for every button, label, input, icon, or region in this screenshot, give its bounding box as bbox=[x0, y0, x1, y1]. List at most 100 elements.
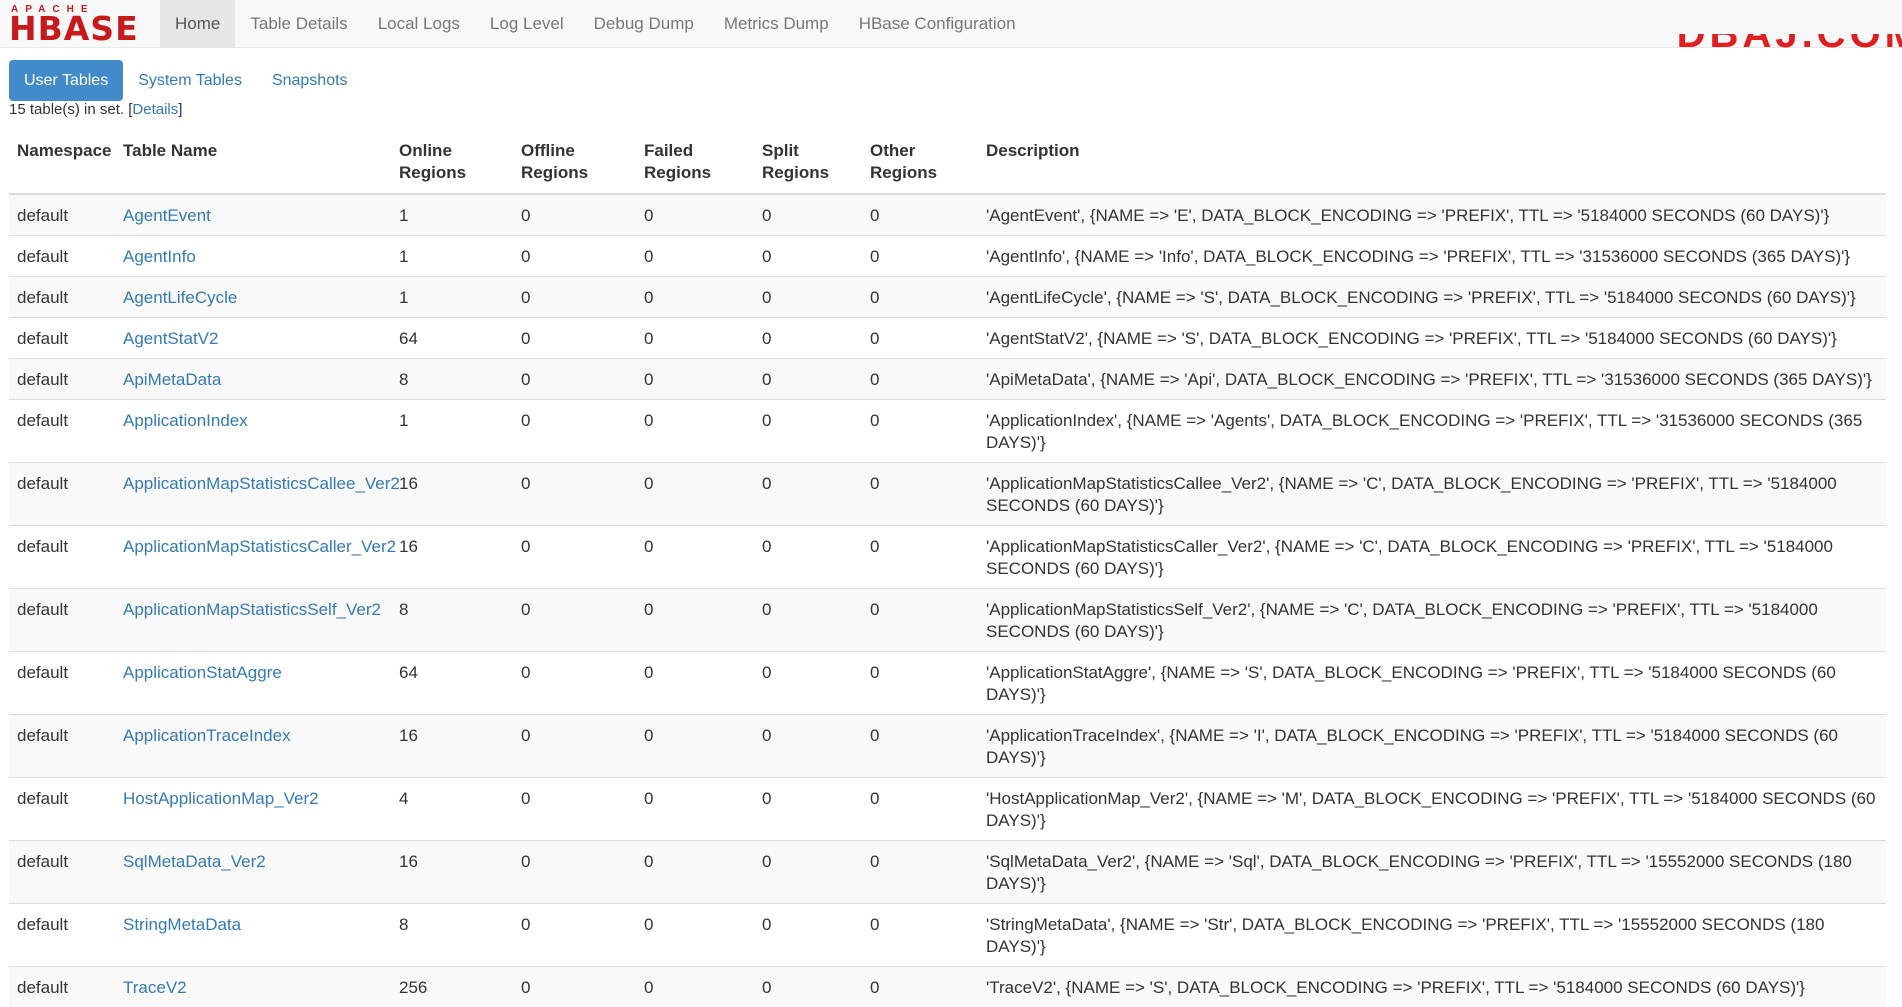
cell-namespace: default bbox=[9, 400, 115, 463]
table-name-link[interactable]: AgentStatV2 bbox=[115, 318, 391, 359]
table-name-link[interactable]: ApplicationStatAggre bbox=[115, 652, 391, 715]
cell-description: 'AgentLifeCycle', {NAME => 'S', DATA_BLO… bbox=[978, 277, 1886, 318]
table-name-link[interactable]: AgentLifeCycle bbox=[115, 277, 391, 318]
cell-online-regions: 64 bbox=[391, 318, 513, 359]
table-row: defaultApplicationIndex10000'Application… bbox=[9, 400, 1886, 463]
cell-namespace: default bbox=[9, 589, 115, 652]
header-failed-regions: Failed Regions bbox=[636, 130, 754, 194]
table-name-link[interactable]: ApplicationMapStatisticsSelf_Ver2 bbox=[115, 589, 391, 652]
cell-online-regions: 1 bbox=[391, 194, 513, 236]
header-namespace: Namespace bbox=[9, 130, 115, 194]
cell-offline-regions: 0 bbox=[513, 277, 636, 318]
table-row: defaultAgentLifeCycle10000'AgentLifeCycl… bbox=[9, 277, 1886, 318]
table-name-link[interactable]: AgentEvent bbox=[115, 194, 391, 236]
cell-namespace: default bbox=[9, 359, 115, 400]
table-row: defaultApplicationStatAggre640000'Applic… bbox=[9, 652, 1886, 715]
cell-online-regions: 8 bbox=[391, 589, 513, 652]
cell-failed-regions: 0 bbox=[636, 715, 754, 778]
cell-split-regions: 0 bbox=[754, 967, 862, 1007]
table-row: defaultHostApplicationMap_Ver240000'Host… bbox=[9, 778, 1886, 841]
tab-user-tables[interactable]: User Tables bbox=[9, 60, 123, 101]
table-name-link[interactable]: StringMetaData bbox=[115, 904, 391, 967]
cell-description: 'ApplicationTraceIndex', {NAME => 'I', D… bbox=[978, 715, 1886, 778]
table-name-link[interactable]: HostApplicationMap_Ver2 bbox=[115, 778, 391, 841]
cell-description: 'ApplicationMapStatisticsCaller_Ver2', {… bbox=[978, 526, 1886, 589]
nav-local-logs[interactable]: Local Logs bbox=[363, 0, 475, 47]
header-offline-regions: Offline Regions bbox=[513, 130, 636, 194]
watermark: DBAJ.COM bbox=[1642, 34, 1902, 48]
cell-other-regions: 0 bbox=[862, 526, 978, 589]
table-name-link[interactable]: ApplicationIndex bbox=[115, 400, 391, 463]
nav-home[interactable]: Home bbox=[160, 0, 235, 47]
cell-offline-regions: 0 bbox=[513, 589, 636, 652]
tab-system-tables[interactable]: System Tables bbox=[123, 60, 257, 101]
cell-namespace: default bbox=[9, 904, 115, 967]
cell-online-regions: 8 bbox=[391, 359, 513, 400]
cell-offline-regions: 0 bbox=[513, 400, 636, 463]
cell-description: 'ApplicationMapStatisticsCallee_Ver2', {… bbox=[978, 463, 1886, 526]
table-name-link[interactable]: TraceV2 bbox=[115, 967, 391, 1007]
cell-failed-regions: 0 bbox=[636, 526, 754, 589]
table-name-link[interactable]: ApplicationMapStatisticsCaller_Ver2 bbox=[115, 526, 391, 589]
cell-split-regions: 0 bbox=[754, 778, 862, 841]
cell-other-regions: 0 bbox=[862, 904, 978, 967]
cell-failed-regions: 0 bbox=[636, 400, 754, 463]
cell-online-regions: 1 bbox=[391, 236, 513, 277]
table-name-link[interactable]: ApplicationTraceIndex bbox=[115, 715, 391, 778]
logo-hbase-text: HBASE bbox=[9, 13, 139, 45]
tab-snapshots[interactable]: Snapshots bbox=[257, 60, 363, 101]
table-type-tabs: User Tables System Tables Snapshots bbox=[9, 60, 363, 101]
cell-online-regions: 16 bbox=[391, 526, 513, 589]
cell-failed-regions: 0 bbox=[636, 904, 754, 967]
table-row: defaultAgentEvent10000'AgentEvent', {NAM… bbox=[9, 194, 1886, 236]
details-link[interactable]: Details bbox=[132, 101, 178, 118]
table-name-link[interactable]: SqlMetaData_Ver2 bbox=[115, 841, 391, 904]
cell-namespace: default bbox=[9, 652, 115, 715]
cell-online-regions: 1 bbox=[391, 277, 513, 318]
cell-description: 'AgentInfo', {NAME => 'Info', DATA_BLOCK… bbox=[978, 236, 1886, 277]
cell-online-regions: 16 bbox=[391, 841, 513, 904]
header-online-regions: Online Regions bbox=[391, 130, 513, 194]
header-other-regions: Other Regions bbox=[862, 130, 978, 194]
nav-log-level[interactable]: Log Level bbox=[475, 0, 579, 47]
cell-online-regions: 4 bbox=[391, 778, 513, 841]
table-name-link[interactable]: ApplicationMapStatisticsCallee_Ver2 bbox=[115, 463, 391, 526]
cell-offline-regions: 0 bbox=[513, 967, 636, 1007]
cell-description: 'ApiMetaData', {NAME => 'Api', DATA_BLOC… bbox=[978, 359, 1886, 400]
cell-namespace: default bbox=[9, 778, 115, 841]
cell-description: 'SqlMetaData_Ver2', {NAME => 'Sql', DATA… bbox=[978, 841, 1886, 904]
cell-offline-regions: 0 bbox=[513, 318, 636, 359]
cell-namespace: default bbox=[9, 236, 115, 277]
nav-debug-dump[interactable]: Debug Dump bbox=[579, 0, 709, 47]
nav-metrics-dump[interactable]: Metrics Dump bbox=[709, 0, 844, 47]
hbase-logo[interactable]: APACHE HBASE bbox=[9, 4, 147, 44]
table-name-link[interactable]: AgentInfo bbox=[115, 236, 391, 277]
nav-hbase-configuration[interactable]: HBase Configuration bbox=[844, 0, 1031, 47]
table-row: defaultAgentInfo10000'AgentInfo', {NAME … bbox=[9, 236, 1886, 277]
cell-namespace: default bbox=[9, 715, 115, 778]
cell-split-regions: 0 bbox=[754, 359, 862, 400]
cell-description: 'ApplicationMapStatisticsSelf_Ver2', {NA… bbox=[978, 589, 1886, 652]
cell-description: 'AgentEvent', {NAME => 'E', DATA_BLOCK_E… bbox=[978, 194, 1886, 236]
cell-failed-regions: 0 bbox=[636, 318, 754, 359]
top-navbar: APACHE HBASE Home Table Details Local Lo… bbox=[0, 0, 1902, 48]
cell-other-regions: 0 bbox=[862, 359, 978, 400]
table-row: defaultSqlMetaData_Ver2160000'SqlMetaDat… bbox=[9, 841, 1886, 904]
cell-failed-regions: 0 bbox=[636, 236, 754, 277]
cell-other-regions: 0 bbox=[862, 194, 978, 236]
table-row: defaultApplicationTraceIndex160000'Appli… bbox=[9, 715, 1886, 778]
cell-other-regions: 0 bbox=[862, 652, 978, 715]
cell-namespace: default bbox=[9, 526, 115, 589]
cell-other-regions: 0 bbox=[862, 967, 978, 1007]
cell-offline-regions: 0 bbox=[513, 715, 636, 778]
nav-table-details[interactable]: Table Details bbox=[235, 0, 362, 47]
cell-split-regions: 0 bbox=[754, 277, 862, 318]
cell-other-regions: 0 bbox=[862, 463, 978, 526]
table-name-link[interactable]: ApiMetaData bbox=[115, 359, 391, 400]
cell-offline-regions: 0 bbox=[513, 526, 636, 589]
table-row: defaultApplicationMapStatisticsCaller_Ve… bbox=[9, 526, 1886, 589]
cell-description: 'HostApplicationMap_Ver2', {NAME => 'M',… bbox=[978, 778, 1886, 841]
cell-other-regions: 0 bbox=[862, 236, 978, 277]
cell-failed-regions: 0 bbox=[636, 194, 754, 236]
cell-online-regions: 1 bbox=[391, 400, 513, 463]
